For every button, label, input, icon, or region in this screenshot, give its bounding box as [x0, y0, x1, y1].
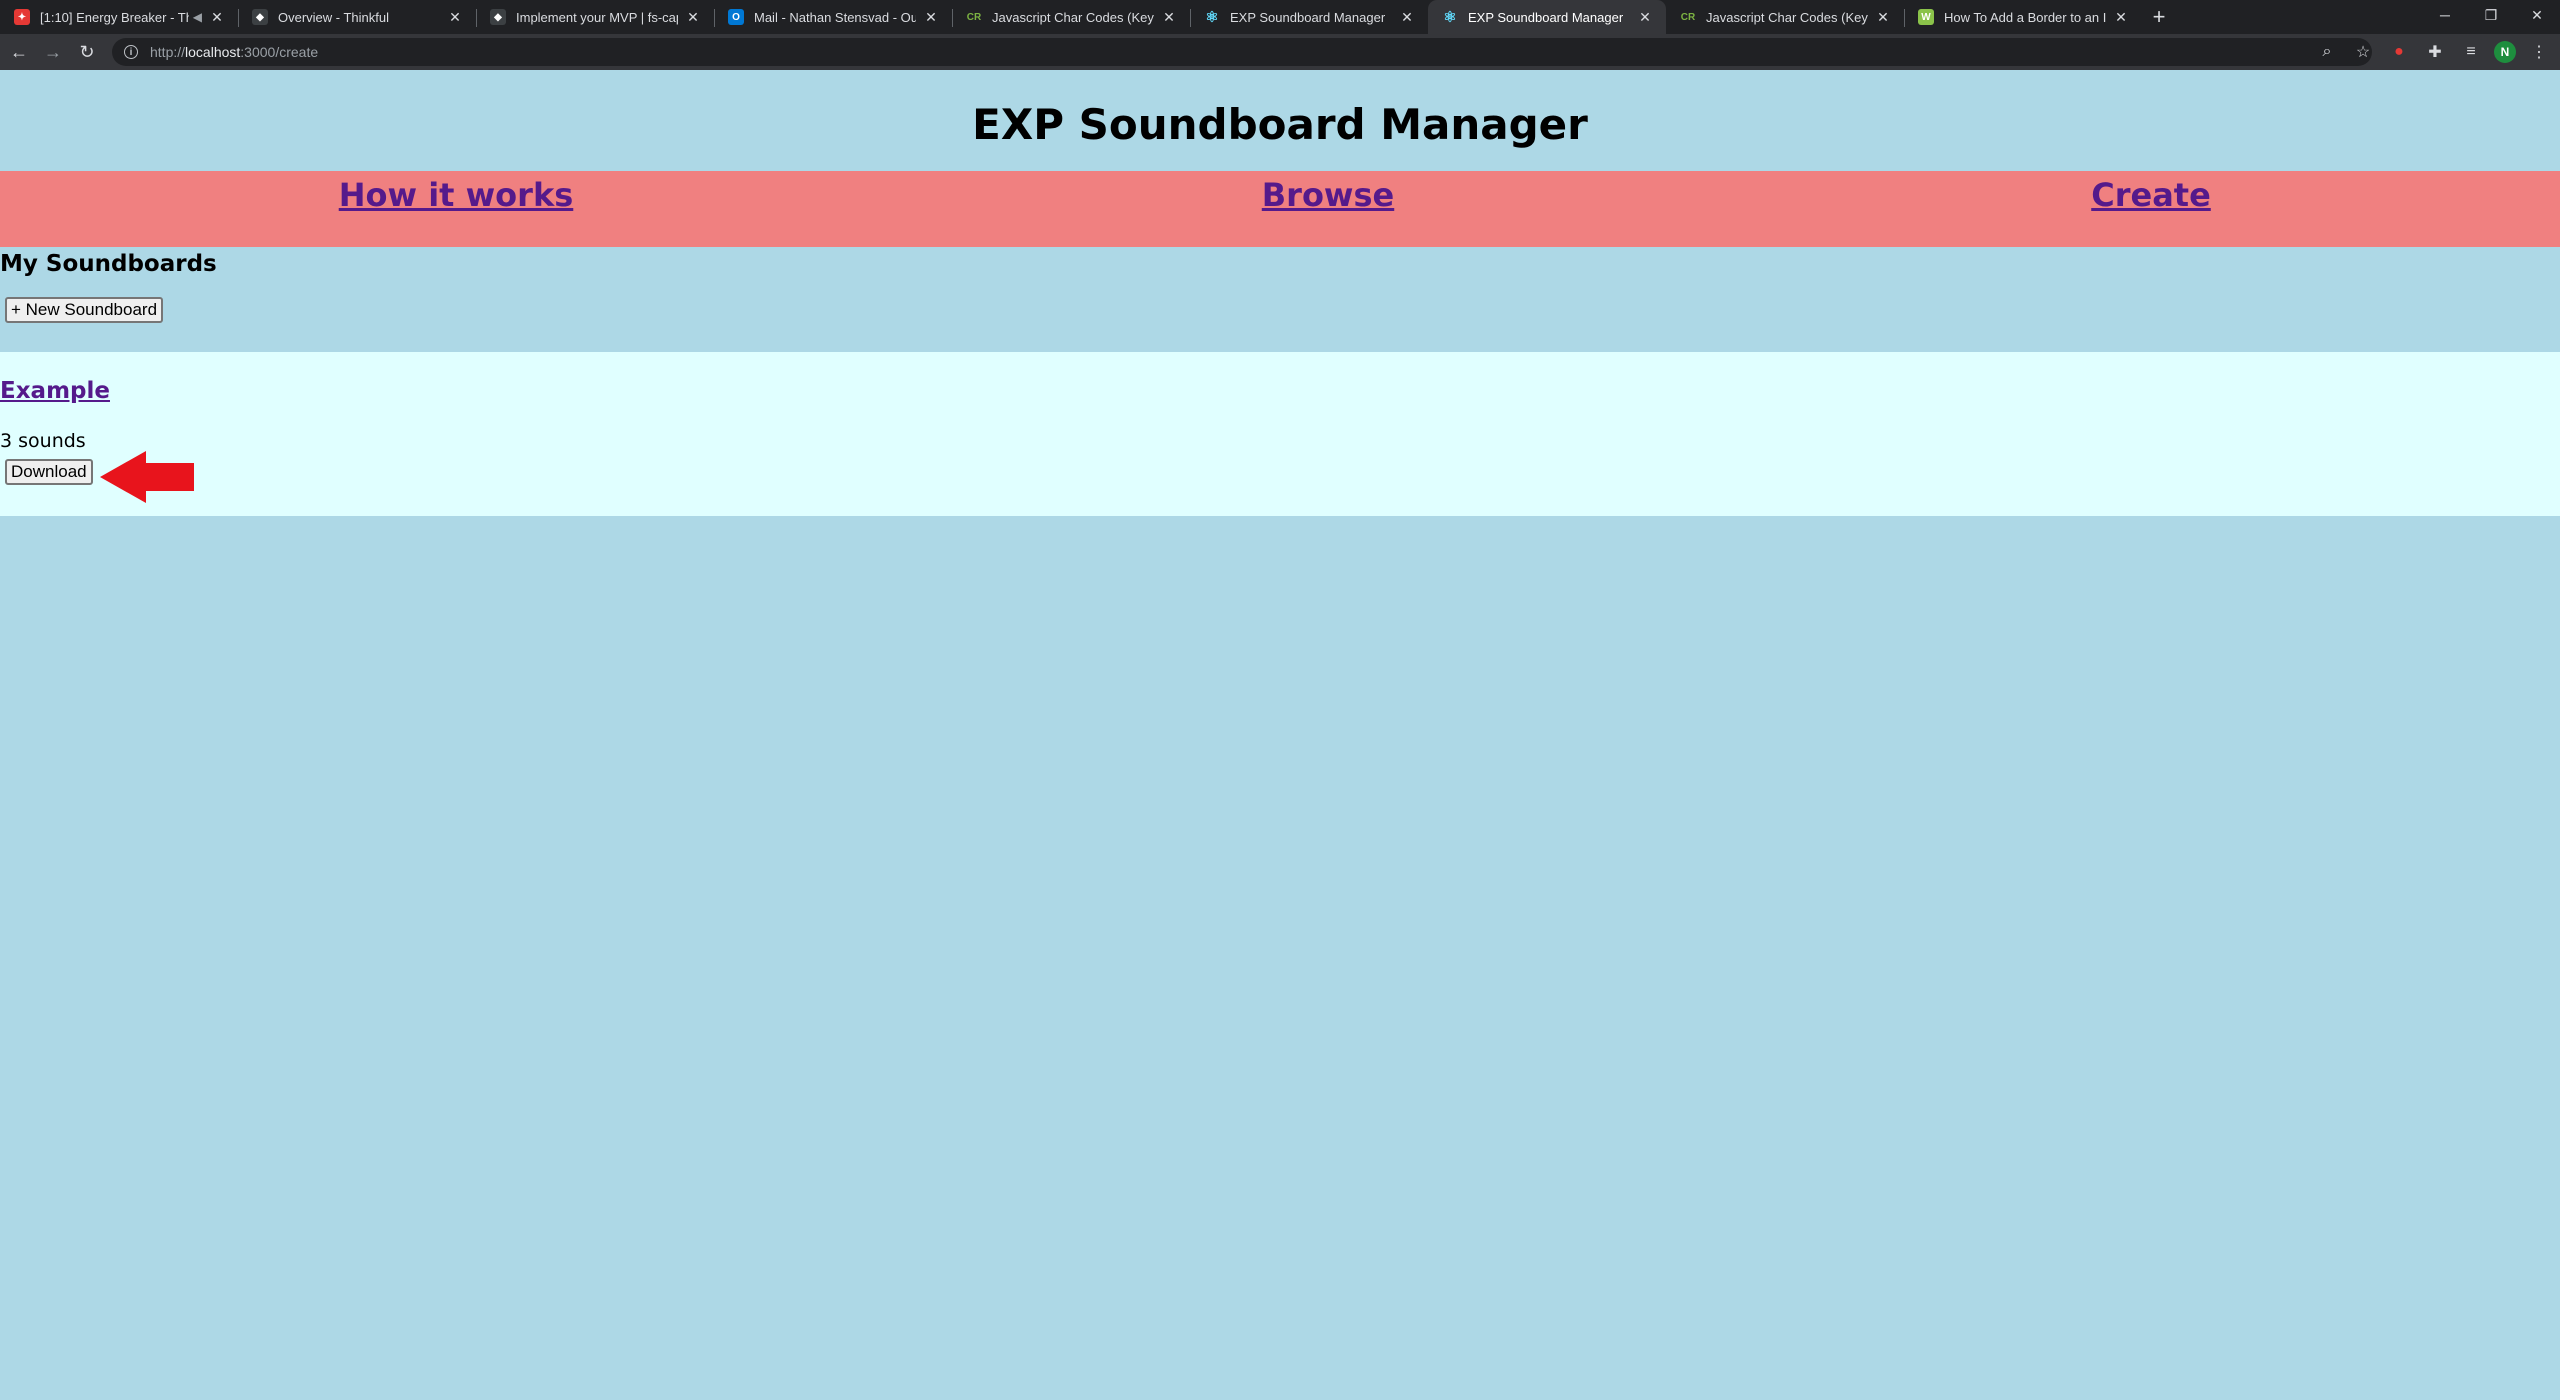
tab-close-icon[interactable]: ✕	[1874, 8, 1892, 26]
tab-favicon-icon: CR	[966, 11, 982, 23]
new-tab-plus-icon[interactable]: +	[2142, 0, 2176, 34]
soundboard-sound-count: 3 sounds	[0, 430, 86, 452]
tab-title: [1:10] Energy Breaker - The S	[40, 9, 189, 25]
audio-playing-icon: ◀	[192, 10, 202, 24]
site-info-icon[interactable]: i	[124, 45, 138, 59]
tab-title: Implement your MVP | fs-capston	[516, 9, 678, 25]
tab-title: Javascript Char Codes (Key Codes	[992, 9, 1154, 25]
outlook-icon: O	[728, 9, 744, 25]
tab-title: Javascript Char Codes (Key Codes	[1706, 9, 1868, 25]
browser-toolbar: ← → ↻ i http://localhost:3000/create ⌕ ☆…	[0, 34, 2560, 70]
browser-tab[interactable]: ✦ [1:10] Energy Breaker - The S ◀ ✕	[0, 0, 238, 34]
tab-close-icon[interactable]: ✕	[684, 8, 702, 26]
section-title: My Soundboards	[0, 251, 217, 277]
tab-favicon-icon: CR	[1680, 11, 1696, 23]
nav-link-create[interactable]: Create	[2091, 176, 2211, 214]
react-icon: ⚛	[1205, 9, 1219, 26]
media-queue-icon[interactable]: ≡	[2458, 37, 2484, 67]
browser-tab[interactable]: ◆ Overview - Thinkful ✕	[238, 0, 476, 34]
soundboard-card: Example 3 sounds Download	[0, 352, 2560, 516]
browser-tab[interactable]: O Mail - Nathan Stensvad - Outlook ✕	[714, 0, 952, 34]
tab-title: Mail - Nathan Stensvad - Outlook	[754, 9, 916, 25]
browser-tab[interactable]: ⚛ EXP Soundboard Manager ✕	[1190, 0, 1428, 34]
tab-title: How To Add a Border to an Image	[1944, 9, 2106, 25]
extensions-puzzle-icon[interactable]: ✚	[2422, 37, 2448, 67]
tab-close-icon[interactable]: ✕	[2112, 8, 2130, 26]
extension-record-icon[interactable]: ●	[2386, 37, 2412, 67]
restore-icon[interactable]: ❐	[2468, 0, 2514, 30]
window-close-icon[interactable]: ✕	[2514, 0, 2560, 30]
tab-favicon-icon: ◆	[490, 9, 506, 25]
url-host: localhost	[185, 44, 241, 60]
tab-close-icon[interactable]: ✕	[208, 8, 226, 26]
url-scheme: http://	[150, 44, 186, 60]
soundboard-name-link[interactable]: Example	[0, 378, 110, 404]
page: EXP Soundboard Manager How it works Brow…	[0, 70, 2560, 1400]
tab-close-icon[interactable]: ✕	[1160, 8, 1178, 26]
react-icon: ⚛	[1443, 9, 1457, 26]
browser-tab[interactable]: CR Javascript Char Codes (Key Codes ✕	[952, 0, 1190, 34]
tab-close-icon[interactable]: ✕	[922, 8, 940, 26]
red-arrow-annotation-icon	[100, 451, 194, 503]
page-title: EXP Soundboard Manager	[972, 100, 1588, 149]
browser-tab[interactable]: CR Javascript Char Codes (Key Codes ✕	[1666, 0, 1904, 34]
bookmark-star-icon[interactable]: ☆	[2350, 37, 2376, 67]
tab-favicon-icon: W	[1918, 9, 1934, 25]
tab-favicon-icon: ✦	[14, 9, 30, 25]
nav-link-browse[interactable]: Browse	[1262, 176, 1394, 214]
tab-close-icon[interactable]: ✕	[1398, 8, 1416, 26]
download-button[interactable]: Download	[5, 459, 93, 485]
zoom-icon[interactable]: ⌕	[2314, 37, 2340, 67]
tab-title: Overview - Thinkful	[278, 9, 390, 25]
forward-arrow-icon[interactable]: →	[38, 37, 68, 67]
tab-title: EXP Soundboard Manager	[1230, 9, 1386, 25]
minimize-icon[interactable]: ─	[2422, 0, 2468, 30]
browser-tab-active[interactable]: ⚛ EXP Soundboard Manager ✕	[1428, 0, 1666, 34]
menu-kebab-icon[interactable]: ⋮	[2526, 37, 2552, 67]
reload-icon[interactable]: ↻	[72, 37, 102, 67]
new-soundboard-button[interactable]: + New Soundboard	[5, 297, 164, 323]
address-bar[interactable]: i http://localhost:3000/create	[112, 38, 2372, 66]
browser-tab[interactable]: ◆ Implement your MVP | fs-capston ✕	[476, 0, 714, 34]
profile-avatar[interactable]: N	[2494, 41, 2516, 63]
toolbar-actions: ⌕ ☆ ● ✚ ≡ N ⋮	[2314, 37, 2552, 67]
nav-link-how-it-works[interactable]: How it works	[339, 176, 574, 214]
tab-close-icon[interactable]: ✕	[1636, 8, 1654, 26]
back-arrow-icon[interactable]: ←	[4, 37, 34, 67]
url-path: :3000/create	[240, 44, 319, 60]
tab-favicon-icon: ◆	[252, 9, 268, 25]
browser-tab-strip: ✦ [1:10] Energy Breaker - The S ◀ ✕ ◆ Ov…	[0, 0, 2560, 34]
site-nav: How it works Browse Create	[0, 171, 2560, 247]
browser-tab[interactable]: W How To Add a Border to an Image ✕	[1904, 0, 2142, 34]
tab-close-icon[interactable]: ✕	[446, 8, 464, 26]
tab-title: EXP Soundboard Manager	[1468, 9, 1624, 25]
